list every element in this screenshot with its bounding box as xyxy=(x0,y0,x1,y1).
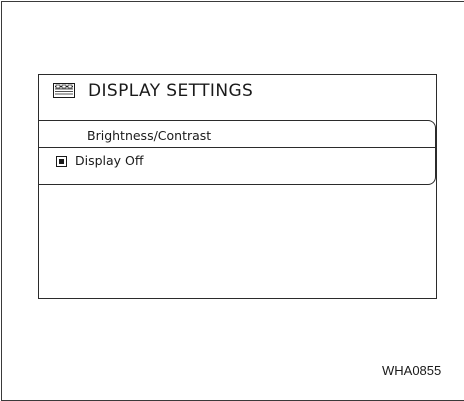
figure-code: WHA0855 xyxy=(382,363,442,378)
menu-item-display-off[interactable]: Display Off xyxy=(39,147,436,185)
menu-item-label: Brightness/Contrast xyxy=(87,128,212,143)
screen-title: DISPLAY SETTINGS xyxy=(88,81,254,101)
screen-title-bar: DISPLAY SETTINGS xyxy=(39,75,436,109)
display-screen-icon xyxy=(53,83,75,98)
display-settings-screen: DISPLAY SETTINGS Brightness/Contrast Dis… xyxy=(38,74,437,299)
checked-box-icon[interactable] xyxy=(56,156,67,167)
menu-item-brightness-contrast[interactable]: Brightness/Contrast xyxy=(39,120,436,148)
check-indicator xyxy=(59,159,64,164)
menu-item-label: Display Off xyxy=(75,153,144,168)
